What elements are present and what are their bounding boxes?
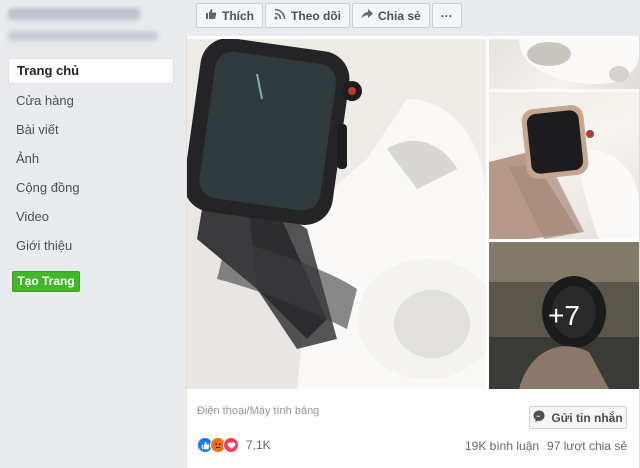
blurred-page-handle	[8, 31, 158, 41]
thumbs-up-icon	[205, 8, 217, 23]
follow-label: Theo dõi	[291, 8, 341, 23]
like-label: Thích	[222, 8, 254, 23]
more-options-button[interactable]: ···	[431, 3, 462, 28]
sidebar-item-shop[interactable]: Cửa hàng	[8, 87, 174, 116]
share-button[interactable]: Chia sẻ	[352, 3, 430, 28]
follow-button[interactable]: Theo dõi	[265, 3, 350, 28]
page-category: Điện thoại/Máy tính bảng	[197, 405, 320, 417]
post-photo-4[interactable]: +7	[489, 242, 639, 389]
blurred-page-name	[8, 8, 140, 20]
post-stats: 19K bình luận 97 lượt chia sẻ	[465, 439, 627, 453]
messenger-icon	[533, 410, 545, 425]
sidebar-item-about[interactable]: Giới thiệu	[8, 232, 174, 261]
sidebar-item-posts[interactable]: Bài viết	[8, 116, 174, 145]
post-card: +7 Điện thoại/Máy tính bảng Gửi tin nhắn…	[186, 36, 640, 468]
send-message-button[interactable]: Gửi tin nhắn	[529, 406, 627, 429]
sidebar: Trang chủ Cửa hàng Bài viết Ảnh Cộng đồn…	[0, 0, 182, 468]
rss-icon	[274, 8, 286, 23]
post-photo-main[interactable]	[187, 39, 486, 389]
sidebar-item-videos[interactable]: Video	[8, 203, 174, 232]
page-action-bar: Thích Theo dõi Chia sẻ ···	[196, 3, 462, 28]
share-count[interactable]: 97 lượt chia sẻ	[547, 439, 627, 453]
send-message-label: Gửi tin nhắn	[551, 410, 623, 425]
more-photos-overlay[interactable]: +7	[489, 242, 639, 389]
share-label: Chia sẻ	[378, 8, 421, 23]
watch-box-photo	[187, 39, 486, 389]
reaction-count: 7,1K	[246, 438, 271, 452]
create-page-button[interactable]: Tạo Trang	[12, 271, 80, 292]
love-reaction-icon	[223, 437, 239, 453]
reaction-summary[interactable]: 7,1K	[197, 437, 271, 453]
comment-count[interactable]: 19K bình luận	[465, 439, 539, 453]
post-photo-3[interactable]	[489, 92, 639, 239]
post-photo-2[interactable]	[489, 39, 639, 89]
main-column: Thích Theo dõi Chia sẻ ··· +7 Điện thoại…	[186, 0, 640, 468]
sidebar-item-community[interactable]: Cộng đồng	[8, 174, 174, 203]
like-page-button[interactable]: Thích	[196, 3, 263, 28]
sidebar-item-home[interactable]: Trang chủ	[8, 58, 174, 84]
sidebar-nav: Trang chủ Cửa hàng Bài viết Ảnh Cộng đồn…	[8, 58, 174, 261]
sidebar-item-photos[interactable]: Ảnh	[8, 145, 174, 174]
share-arrow-icon	[361, 8, 373, 23]
